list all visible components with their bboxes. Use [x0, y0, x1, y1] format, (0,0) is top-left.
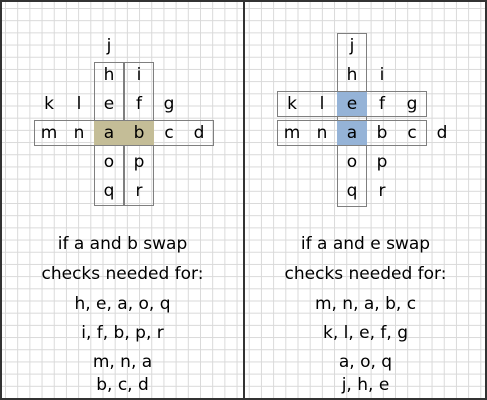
- letter-c: c: [164, 122, 174, 143]
- panel-right: j h i k l e f g m n a b c d o p q r if a…: [245, 2, 486, 398]
- checks-heading: checks needed for:: [41, 264, 204, 284]
- letter-i: i: [379, 64, 385, 85]
- letter-j: j: [106, 35, 112, 56]
- check-line-4: j, h, e: [341, 375, 390, 395]
- check-line-1: m, n, a, b, c: [314, 294, 417, 314]
- letter-p: p: [133, 151, 145, 172]
- letter-p: p: [376, 151, 388, 172]
- letter-o: o: [346, 151, 358, 172]
- letter-q: q: [346, 180, 358, 201]
- letter-g: g: [163, 93, 175, 114]
- letter-r: r: [135, 180, 143, 201]
- checks-heading: checks needed for:: [284, 264, 447, 284]
- letter-h: h: [346, 64, 358, 85]
- letter-b: b: [133, 122, 145, 143]
- letter-a: a: [103, 122, 115, 143]
- letter-k: k: [287, 93, 297, 114]
- check-line-2: i, f, b, p, r: [81, 323, 164, 343]
- check-line-1: h, e, a, o, q: [74, 294, 171, 314]
- diagram-frame: j h i k l e f g m n a b c d o p q r if a…: [0, 0, 487, 400]
- swap-caption: if a and e swap: [300, 234, 431, 254]
- letter-e: e: [103, 93, 115, 114]
- panel-left: j h i k l e f g m n a b c d o p q r if a…: [2, 2, 243, 398]
- check-line-4: b, c, d: [96, 375, 149, 395]
- check-line-3: m, n, a: [92, 352, 153, 372]
- letter-g: g: [406, 93, 418, 114]
- letter-h: h: [103, 64, 115, 85]
- letter-e: e: [346, 93, 358, 114]
- letter-l: l: [76, 93, 82, 114]
- letter-n: n: [73, 122, 85, 143]
- letter-c: c: [407, 122, 417, 143]
- letter-f: f: [136, 93, 142, 114]
- letter-m: m: [283, 122, 301, 143]
- letter-o: o: [103, 151, 115, 172]
- letter-d: d: [436, 122, 448, 143]
- letter-i: i: [136, 64, 142, 85]
- letter-q: q: [103, 180, 115, 201]
- letter-r: r: [378, 180, 386, 201]
- letter-m: m: [40, 122, 58, 143]
- letter-l: l: [319, 93, 325, 114]
- letter-n: n: [316, 122, 328, 143]
- letter-f: f: [379, 93, 385, 114]
- swap-caption: if a and b swap: [57, 234, 188, 254]
- letter-d: d: [193, 122, 205, 143]
- letter-k: k: [44, 93, 54, 114]
- letter-a: a: [346, 122, 358, 143]
- letter-b: b: [376, 122, 388, 143]
- check-line-2: k, l, e, f, g: [322, 323, 409, 343]
- check-line-3: a, o, q: [338, 352, 393, 372]
- letter-j: j: [349, 35, 355, 56]
